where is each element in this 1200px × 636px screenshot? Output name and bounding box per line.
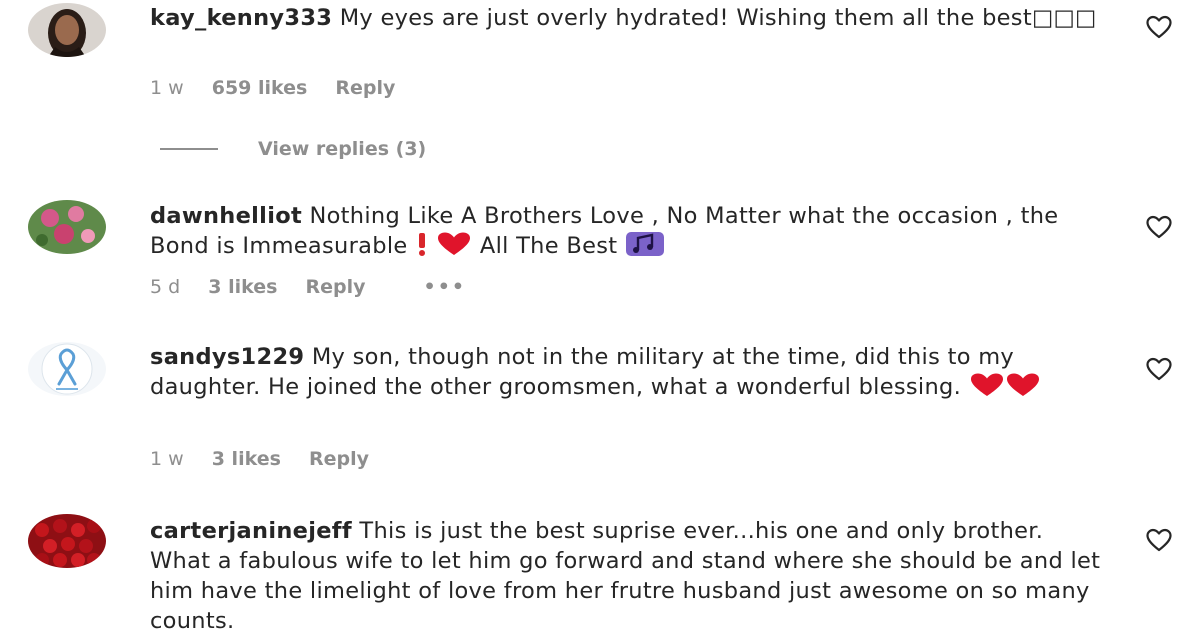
timestamp[interactable]: 1 w: [150, 77, 184, 99]
comment-text: dawnhelliot Nothing Like A Brothers Love…: [150, 203, 1059, 259]
like-heart-icon[interactable]: [1145, 14, 1173, 40]
comment-text: sandys1229 My son, though not in the mil…: [150, 342, 1110, 402]
more-options-icon[interactable]: •••: [424, 276, 466, 298]
timestamp[interactable]: 1 w: [150, 448, 184, 470]
view-replies-button[interactable]: View replies (3): [160, 136, 426, 162]
username[interactable]: sandys1229: [150, 344, 304, 370]
username[interactable]: dawnhelliot: [150, 203, 302, 229]
red-heart-emoji-icon: [1005, 372, 1041, 398]
reply-button[interactable]: Reply: [309, 448, 369, 470]
red-heart-emoji-icon: [436, 231, 472, 257]
exclamation-emoji-icon: [415, 231, 429, 257]
avatar[interactable]: [28, 342, 106, 396]
divider: [160, 148, 218, 150]
comment-meta: 5 d 3 likes Reply •••: [150, 276, 488, 298]
reply-button[interactable]: Reply: [335, 77, 395, 99]
red-heart-emoji-icon: [969, 372, 1005, 398]
like-heart-icon[interactable]: [1145, 214, 1173, 240]
like-heart-icon[interactable]: [1145, 356, 1173, 382]
likes-count[interactable]: 3 likes: [212, 448, 281, 470]
like-heart-icon[interactable]: [1145, 527, 1173, 553]
avatar[interactable]: [28, 514, 106, 568]
likes-count[interactable]: 3 likes: [208, 276, 277, 298]
comment-meta: 1 w 659 likes Reply: [150, 77, 417, 99]
view-replies-label: View replies (3): [258, 138, 427, 160]
comment-text: carterjaninejeff This is just the best s…: [150, 518, 1101, 634]
comment-text: kay_kenny333 My eyes are just overly hyd…: [150, 5, 1097, 31]
username[interactable]: carterjaninejeff: [150, 518, 352, 544]
avatar[interactable]: [28, 200, 106, 254]
reply-button[interactable]: Reply: [305, 276, 365, 298]
musical-notes-emoji-icon: [625, 231, 665, 257]
comment-meta: 1 w 3 likes Reply: [150, 448, 391, 470]
timestamp[interactable]: 5 d: [150, 276, 180, 298]
username[interactable]: kay_kenny333: [150, 5, 332, 31]
avatar[interactable]: [28, 3, 106, 57]
likes-count[interactable]: 659 likes: [212, 77, 308, 99]
